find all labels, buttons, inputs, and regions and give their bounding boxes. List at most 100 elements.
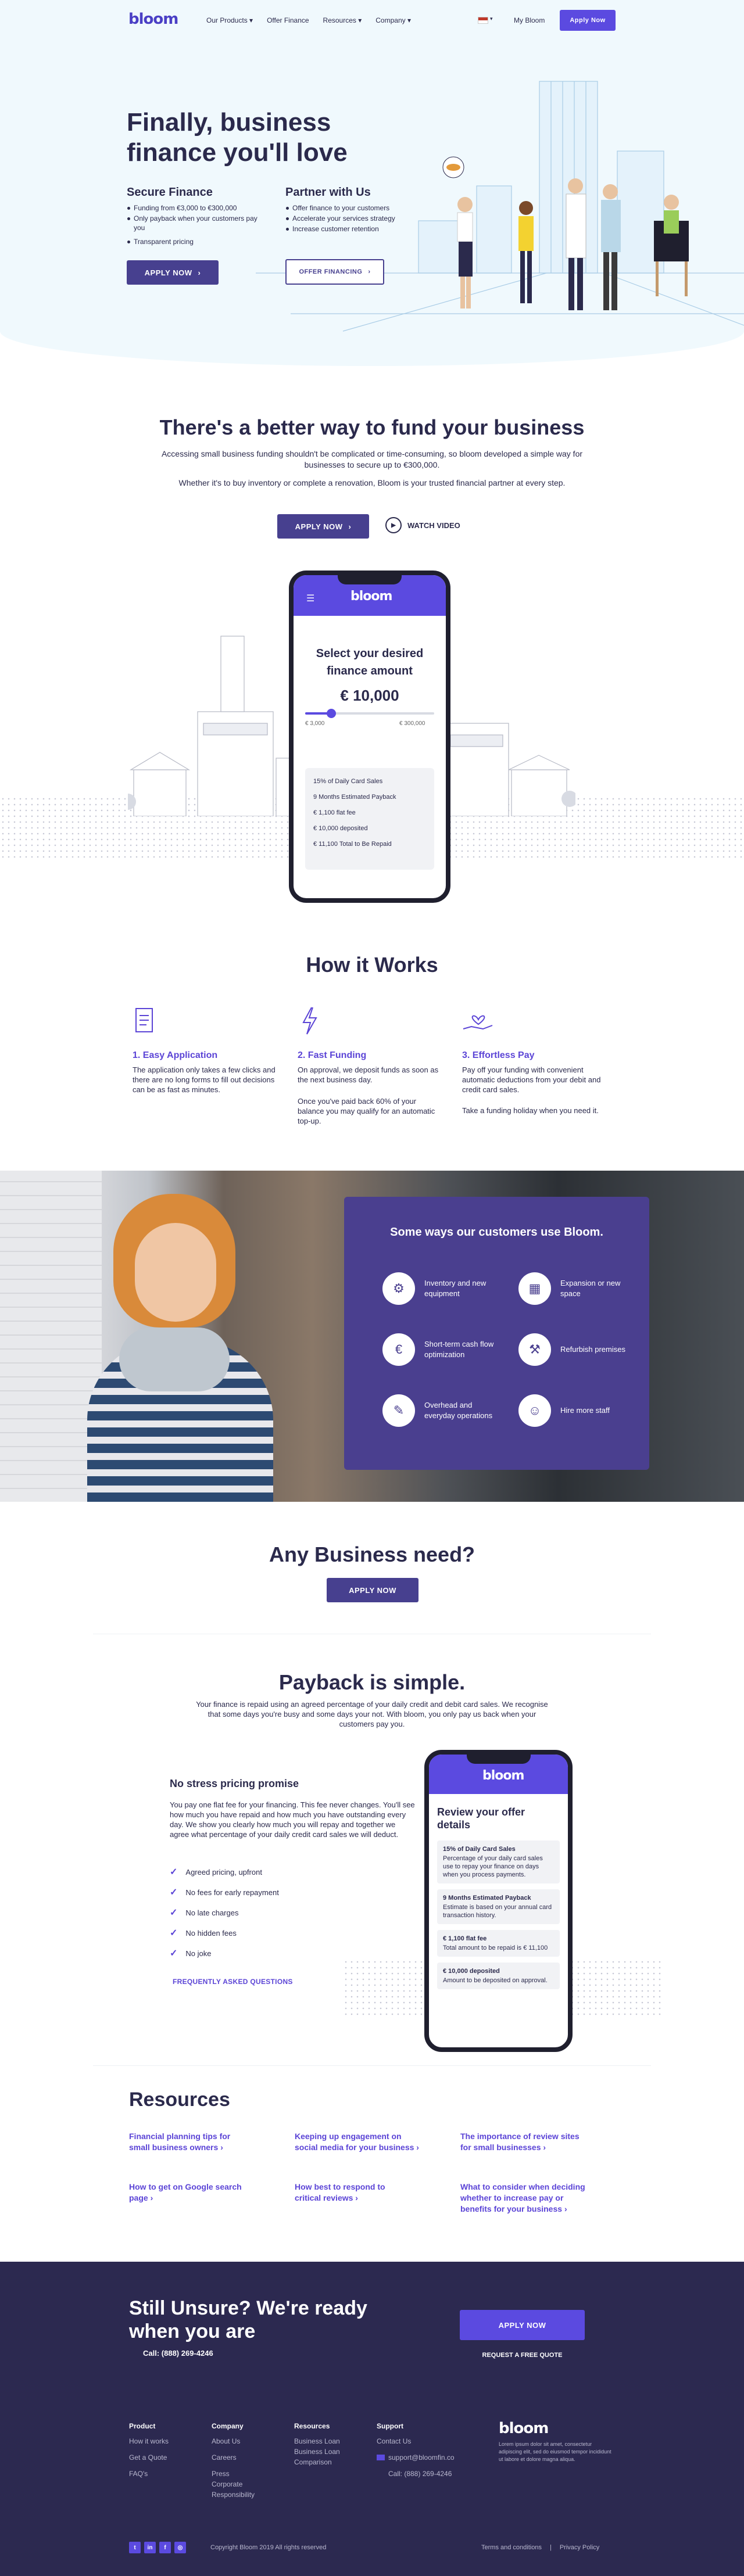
resource-link[interactable]: The importance of review sites for small…	[460, 2131, 585, 2153]
watch-video-button[interactable]: ▶ WATCH VIDEO	[385, 517, 460, 533]
step-3-title: 3. Effortless Pay	[462, 1050, 535, 1060]
step-2-title: 2. Fast Funding	[298, 1050, 367, 1060]
play-icon: ▶	[385, 517, 402, 533]
resource-link[interactable]: Keeping up engagement on social media fo…	[295, 2131, 423, 2153]
way-item: ☺ Hire more staff	[518, 1394, 635, 1427]
list-item: ✓ No late charges	[170, 1908, 239, 1918]
way-item: ⚙ Inventory and new equipment	[382, 1272, 499, 1305]
footer-link[interactable]: Careers	[212, 2452, 270, 2463]
footer-about: Lorem ipsum dolor sit amet, consectetur …	[499, 2441, 611, 2462]
footer-link[interactable]: Corporate Responsibility	[212, 2479, 270, 2500]
offer-title: Review your offer details	[437, 1806, 525, 1831]
cta-phone[interactable]: Call: (888) 269-4246	[143, 2349, 213, 2358]
list-item: ✓ No hidden fees	[170, 1928, 237, 1938]
chevron-right-icon: ›	[416, 2143, 419, 2152]
slider-handle[interactable]	[327, 709, 337, 718]
step-2-text: On approval, we deposit funds as soon as…	[298, 1065, 439, 1084]
linkedin-icon[interactable]: in	[144, 2542, 156, 2553]
footer-link[interactable]: FAQ's	[129, 2469, 169, 2479]
resource-link[interactable]: How to get on Google search page ›	[129, 2182, 245, 2204]
cta-apply-button[interactable]: APPLY NOW	[460, 2310, 585, 2340]
chevron-down-icon[interactable]: ▾	[490, 16, 493, 22]
list-item: ✓ No fees for early repayment	[170, 1888, 279, 1897]
footer-resources-links: Business Loan Business Loan Comparison	[294, 2436, 358, 2467]
secure-finance-list: Funding from €3,000 to €300,000 Only pay…	[127, 203, 257, 247]
better-way-text: Accessing small business funding shouldn…	[161, 449, 583, 469]
partner-list: Offer finance to your customers Accelera…	[285, 203, 416, 235]
twitter-icon[interactable]: t	[129, 2542, 141, 2553]
footer-link[interactable]: Business Loan	[294, 2436, 358, 2446]
need-apply-button[interactable]: APPLY NOW	[327, 1578, 419, 1602]
step-1-text: The application only takes a few clicks …	[133, 1065, 276, 1094]
payback-title: Payback is simple.	[278, 1670, 466, 1694]
offer-box: 15% of Daily Card Sales Percentage of you…	[437, 1840, 560, 1883]
list-item: Only payback when your customers pay you	[127, 214, 257, 232]
footer-link[interactable]: Get a Quote	[129, 2452, 169, 2463]
instagram-icon[interactable]: ◎	[174, 2542, 186, 2553]
slider-min: € 3,000	[305, 720, 325, 727]
check-icon: ✓	[170, 1867, 178, 1877]
login-link[interactable]: My Bloom	[514, 16, 545, 24]
nav-offer-finance[interactable]: Offer Finance	[267, 16, 309, 24]
partner-title: Partner with Us	[285, 186, 371, 199]
resource-link[interactable]: What to consider when deciding whether t…	[460, 2182, 591, 2215]
list-item: Transparent pricing	[127, 237, 257, 246]
resource-link[interactable]: Financial planning tips for small busine…	[129, 2131, 239, 2153]
pricing-promise-text: You pay one flat fee for your financing.…	[170, 1800, 415, 1839]
list-item: Accelerate your services strategy	[285, 214, 416, 223]
offer-box: € 1,100 flat fee Total amount to be repai…	[437, 1930, 560, 1957]
footer-link[interactable]: How it works	[129, 2436, 169, 2446]
nav-our-products[interactable]: Our Products ▾	[206, 16, 253, 24]
hero-apply-button[interactable]: APPLY NOW ›	[127, 260, 219, 285]
footer-product-links: How it works Get a Quote FAQ's	[129, 2436, 169, 2479]
footer-link[interactable]: Business Loan Comparison	[294, 2446, 358, 2467]
footer-link[interactable]: Press	[212, 2469, 270, 2479]
privacy-link[interactable]: Privacy Policy	[560, 2544, 599, 2551]
resource-link[interactable]: How best to respond to critical reviews …	[295, 2182, 396, 2204]
faq-link[interactable]: FREQUENTLY ASKED QUESTIONS	[173, 1978, 293, 1986]
offer-financing-button[interactable]: OFFER FINANCING ›	[285, 259, 384, 285]
flag-icon[interactable]	[478, 17, 488, 24]
promise-list: ✓ Agreed pricing, upfront ✓ No fees for ea…	[170, 1866, 279, 1968]
chevron-right-icon: ›	[368, 268, 371, 275]
logo[interactable]: bloom	[128, 10, 178, 28]
check-icon: ✓	[170, 1928, 178, 1938]
offer-box: € 10,000 deposited Amount to be deposited…	[437, 1963, 560, 1989]
support-phone[interactable]: Call: (888) 269-4246	[377, 2469, 470, 2479]
terms-link[interactable]: Terms and conditions	[481, 2544, 542, 2551]
calculator-summary: 15% of Daily Card Sales 9 Months Estimat…	[305, 768, 434, 870]
footer-link[interactable]: About Us	[212, 2436, 270, 2446]
chevron-right-icon: ›	[543, 2143, 546, 2152]
support-email[interactable]: support@bloomfin.co	[377, 2452, 470, 2463]
facebook-icon[interactable]: f	[159, 2542, 171, 2553]
chevron-right-icon: ›	[220, 2143, 223, 2152]
staff-icon: ☺	[518, 1394, 551, 1427]
menu-icon[interactable]: ☰	[306, 593, 314, 604]
copyright: Copyright Bloom 2019 All rights reserved	[210, 2544, 327, 2551]
equipment-icon: ⚙	[382, 1272, 415, 1305]
better-apply-button[interactable]: APPLY NOW ›	[277, 514, 369, 539]
nav-resources[interactable]: Resources ▾	[323, 16, 362, 24]
list-item: Funding from €3,000 to €300,000	[127, 203, 257, 213]
footer-logo[interactable]: bloom	[499, 2420, 549, 2437]
document-icon	[133, 1006, 156, 1038]
way-item: ▦ Expansion or new space	[518, 1272, 635, 1305]
amount-slider[interactable]	[305, 709, 434, 718]
footer-product-title: Product	[129, 2422, 156, 2430]
calculator-phone: ☰ bloom Select your desired finance amou…	[289, 571, 450, 903]
how-it-works-title: How it Works	[306, 953, 438, 977]
person-face	[135, 1223, 216, 1322]
chevron-right-icon: ›	[348, 522, 352, 531]
offer-box: 9 Months Estimated Payback Estimate is ba…	[437, 1889, 560, 1924]
nav-company[interactable]: Company ▾	[375, 16, 411, 24]
way-item: ✎ Overhead and everyday operations	[382, 1394, 505, 1427]
nav-apply-button[interactable]: Apply Now	[560, 10, 616, 31]
footer-support-title: Support	[377, 2422, 403, 2430]
footer-link[interactable]: Contact Us	[377, 2436, 470, 2446]
slider-max: € 300,000	[399, 720, 425, 727]
chevron-right-icon: ›	[150, 2193, 153, 2202]
legal-links: Terms and conditions | Privacy Policy	[481, 2544, 599, 2551]
request-quote-link[interactable]: REQUEST A FREE QUOTE	[460, 2352, 585, 2359]
calculator-amount: € 10,000	[340, 687, 399, 704]
ways-title: Some ways our customers use Bloom.	[390, 1226, 603, 1239]
